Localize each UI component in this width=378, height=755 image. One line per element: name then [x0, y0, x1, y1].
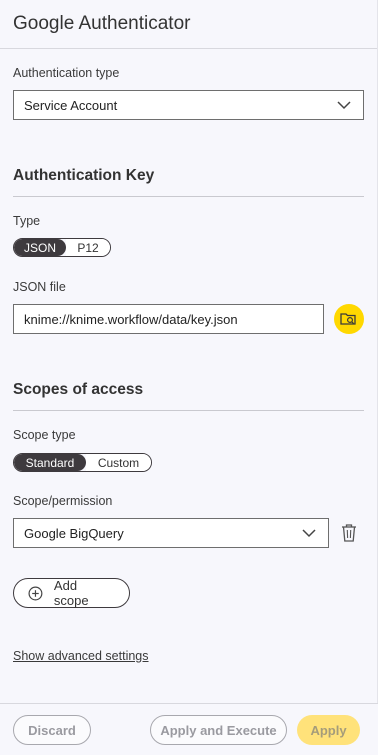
add-scope-label: Add scope [53, 578, 89, 608]
dialog-header: Google Authenticator [0, 0, 377, 49]
auth-type-select[interactable]: Service Account [13, 90, 364, 120]
scope-permission-select[interactable]: Google BigQuery [13, 518, 329, 548]
key-type-toggle: JSON P12 [13, 238, 111, 257]
json-file-value: knime://knime.workflow/data/key.json [24, 311, 238, 327]
auth-type-value: Service Account [24, 97, 118, 113]
section-divider [13, 410, 364, 411]
json-file-input[interactable]: knime://knime.workflow/data/key.json [13, 304, 324, 334]
dialog-title: Google Authenticator [13, 13, 191, 34]
json-file-label: JSON file [13, 280, 66, 294]
scopes-section-title: Scopes of access [13, 381, 144, 398]
scope-type-option-custom[interactable]: Custom [86, 454, 151, 471]
chevron-down-icon [337, 101, 351, 110]
auth-type-label: Authentication type [13, 66, 120, 80]
folder-search-icon [340, 313, 356, 325]
show-advanced-settings-link[interactable]: Show advanced settings [13, 649, 149, 663]
apply-and-execute-button[interactable]: Apply and Execute [150, 715, 287, 745]
add-scope-button[interactable]: Add scope [13, 578, 130, 608]
chevron-down-icon [302, 529, 316, 538]
dialog-footer: Discard Apply and Execute Apply [0, 703, 378, 755]
key-type-label: Type [13, 214, 41, 228]
node-dialog: Google Authenticator Authentication type… [0, 0, 378, 755]
scope-permission-value: Google BigQuery [24, 525, 124, 541]
scope-type-label: Scope type [13, 428, 76, 442]
delete-scope-button[interactable] [340, 523, 358, 543]
scope-type-toggle: Standard Custom [13, 453, 152, 472]
scope-type-option-standard[interactable]: Standard [14, 454, 86, 471]
apply-button[interactable]: Apply [297, 715, 360, 745]
trash-icon [342, 524, 356, 542]
discard-button[interactable]: Discard [13, 715, 91, 745]
key-type-option-json[interactable]: JSON [14, 239, 66, 256]
browse-file-button[interactable] [334, 304, 364, 334]
section-divider [13, 196, 364, 197]
plus-circle-icon [28, 586, 43, 600]
scope-permission-label: Scope/permission [13, 494, 113, 508]
auth-key-section-title: Authentication Key [13, 167, 155, 184]
key-type-option-p12[interactable]: P12 [66, 239, 110, 256]
